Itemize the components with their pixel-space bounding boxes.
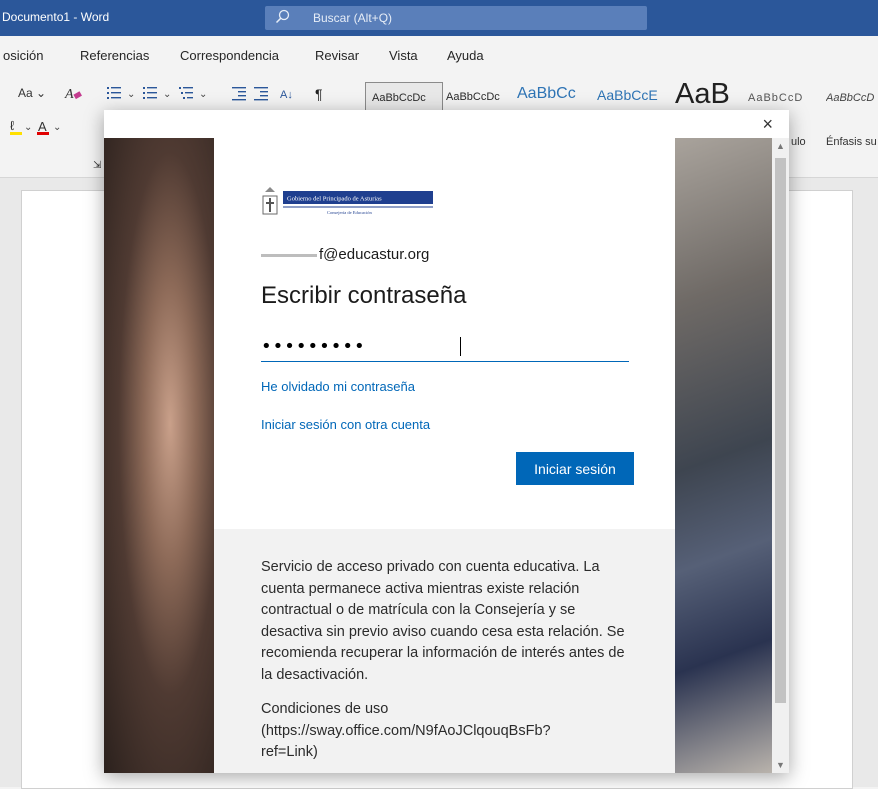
svg-text:ℓ: ℓ — [10, 118, 15, 133]
paragraph-launcher-icon[interactable]: ⇲ — [93, 160, 101, 171]
terms-text: Condiciones de uso (https://sway.office.… — [261, 701, 551, 760]
highlight-font-color-icons[interactable]: ℓ ⌄ A ⌄ — [10, 118, 70, 136]
ribbon-tabs: osición Referencias Correspondencia Revi… — [0, 36, 878, 70]
style-titulo2[interactable]: AaBbCcE — [597, 87, 658, 103]
close-icon[interactable]: × — [762, 114, 773, 135]
account-area[interactable] — [647, 6, 878, 30]
style-titulo1[interactable]: AaBbCc — [517, 85, 576, 103]
signin-button[interactable]: Iniciar sesión — [516, 452, 634, 485]
title-bar: Documento1 - Word Buscar (Alt+Q) — [0, 0, 878, 36]
background-photo-left — [104, 138, 214, 773]
svg-text:A: A — [38, 119, 47, 134]
tab-vista[interactable]: Vista — [389, 48, 418, 63]
svg-text:¶: ¶ — [315, 86, 323, 101]
list-buttons-icon[interactable]: ⌄ ⌄ ⌄ — [107, 85, 222, 101]
text-caret — [460, 337, 461, 356]
logo-line1: Gobierno del Principado de Asturias — [287, 196, 382, 203]
search-icon — [275, 9, 290, 24]
search-placeholder: Buscar (Alt+Q) — [313, 11, 393, 25]
svg-text:⌄: ⌄ — [127, 89, 135, 100]
tab-referencias[interactable]: Referencias — [80, 48, 149, 63]
svg-text:⌄: ⌄ — [24, 122, 32, 133]
change-case-button[interactable]: Aa ⌄ — [18, 86, 46, 100]
scroll-up-icon[interactable]: ▲ — [772, 138, 789, 154]
style-subtitulo[interactable]: AaBbCcD — [748, 92, 803, 104]
scrollbar-thumb[interactable] — [775, 158, 786, 703]
tab-disposicion[interactable]: osición — [3, 48, 43, 63]
dialog-scrollbar[interactable]: ▲ ▼ — [772, 138, 789, 773]
info-text: Servicio de acceso privado con cuenta ed… — [261, 559, 625, 683]
indent-sort-pilcrow-icons[interactable]: A↓ ¶ — [232, 85, 342, 101]
other-account-link[interactable]: Iniciar sesión con otra cuenta — [261, 417, 430, 432]
tab-correspondencia[interactable]: Correspondencia — [180, 48, 279, 63]
style-enfasis-sutil[interactable]: AaBbCcD — [826, 92, 878, 104]
identity-text: f@educastur.org — [319, 246, 430, 263]
signin-card: Gobierno del Principado de Asturias Cons… — [214, 138, 675, 529]
style-titulo[interactable]: AaB — [675, 78, 730, 111]
scroll-down-icon[interactable]: ▼ — [772, 757, 789, 773]
clear-formatting-icon[interactable]: A — [64, 84, 82, 102]
info-panel: Servicio de acceso privado con cuenta ed… — [214, 529, 675, 773]
forgot-password-link[interactable]: He olvidado mi contraseña — [261, 379, 415, 394]
style-name-subtitulo: ulo — [791, 136, 806, 148]
logo-line2: Consejería de Educación — [327, 210, 372, 215]
page-title: Escribir contraseña — [261, 282, 467, 309]
svg-text:A↓: A↓ — [280, 89, 293, 101]
redacted-username — [261, 253, 317, 257]
svg-text:A: A — [64, 87, 74, 102]
signin-dialog: × ▲ ▼ Gobierno del Principado de Asturia… — [104, 110, 789, 773]
style-sin-espaciado[interactable]: AaBbCcDc — [446, 91, 500, 103]
search-box[interactable]: Buscar (Alt+Q) — [265, 6, 647, 30]
svg-text:⌄: ⌄ — [163, 89, 171, 100]
account-identity: f@educastur.org — [261, 246, 429, 263]
background-photo-right — [675, 138, 772, 773]
svg-text:⌄: ⌄ — [199, 89, 207, 100]
style-name-enfasis: Énfasis su — [826, 136, 877, 148]
dialog-titlebar: × — [104, 110, 789, 138]
tab-ayuda[interactable]: Ayuda — [447, 48, 484, 63]
tab-revisar[interactable]: Revisar — [315, 48, 359, 63]
asturias-logo: Gobierno del Principado de Asturias Cons… — [262, 187, 433, 215]
svg-text:⌄: ⌄ — [53, 122, 61, 133]
password-field[interactable] — [261, 331, 629, 362]
window-title: Documento1 - Word — [2, 10, 110, 24]
